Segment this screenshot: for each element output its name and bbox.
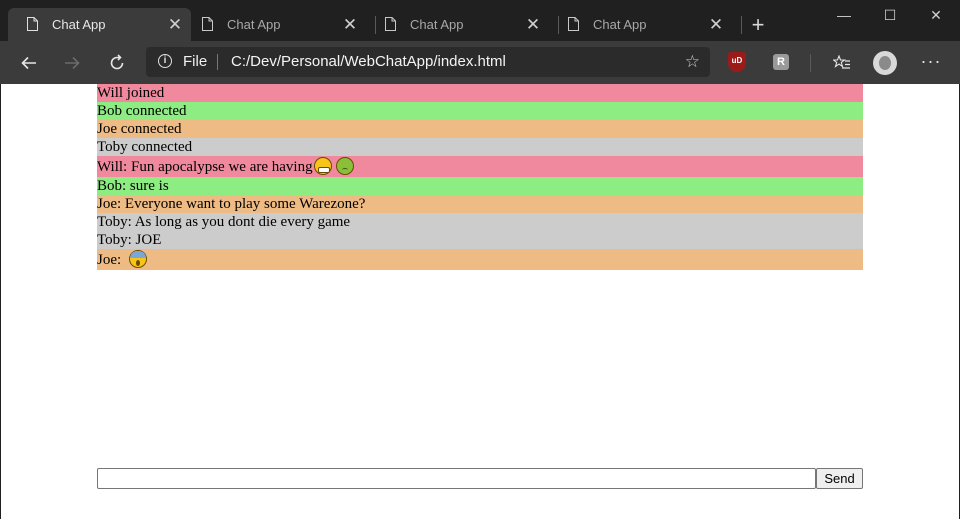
- page-icon: [568, 17, 579, 31]
- chat-message: Will joined: [97, 84, 863, 102]
- message-form: Send: [97, 468, 863, 489]
- screaming-face-icon: [128, 250, 147, 268]
- info-icon[interactable]: i: [158, 54, 172, 68]
- chat-message: Joe:: [97, 249, 863, 270]
- toolbar-divider: [810, 54, 811, 72]
- tab-title: Chat App: [227, 17, 281, 32]
- more-icon[interactable]: ···: [917, 48, 945, 78]
- browser-toolbar: i File C:/Dev/Personal/WebChatApp/index.…: [0, 41, 960, 84]
- chat-message: Joe: Everyone want to play some Warezone…: [97, 195, 863, 213]
- page-icon: [385, 17, 396, 31]
- back-arrow-icon[interactable]: [14, 48, 44, 78]
- minimize-button[interactable]: —: [824, 5, 864, 25]
- ublock-origin-icon[interactable]: uD: [728, 52, 746, 72]
- r-extension-icon[interactable]: R: [773, 54, 789, 70]
- favorites-icon[interactable]: [830, 48, 854, 78]
- url-text[interactable]: C:/Dev/Personal/WebChatApp/index.html: [231, 47, 506, 77]
- maximize-button[interactable]: ☐: [870, 5, 910, 25]
- profile-avatar[interactable]: [873, 51, 897, 75]
- message-text: Will: Fun apocalypse we are having: [97, 159, 313, 175]
- message-text: Toby: JOE: [97, 232, 162, 248]
- tab-chat-app-3[interactable]: Chat App ✕: [366, 8, 549, 41]
- tab-title: Chat App: [593, 17, 647, 32]
- tab-title: Chat App: [52, 17, 106, 32]
- message-text: Toby connected: [97, 139, 193, 155]
- chat-message: Toby: As long as you dont die every game: [97, 213, 863, 231]
- tab-divider: [741, 16, 742, 34]
- message-text: Will joined: [97, 85, 165, 101]
- message-text: Bob connected: [97, 103, 187, 119]
- close-window-button[interactable]: ✕: [916, 5, 956, 25]
- message-text: Joe connected: [97, 121, 182, 137]
- page-icon: [27, 17, 38, 31]
- chat-message: Joe connected: [97, 120, 863, 138]
- message-input[interactable]: [97, 468, 816, 489]
- close-tab-icon[interactable]: ✕: [342, 8, 358, 41]
- grimacing-face-icon: [313, 157, 332, 175]
- address-divider: [217, 54, 218, 70]
- web-page: Will joined Bob connected Joe connected Tob…: [1, 84, 959, 519]
- chat-message: Will: Fun apocalypse we are having: [97, 156, 863, 177]
- star-icon[interactable]: ☆: [685, 47, 700, 77]
- address-bar[interactable]: i File C:/Dev/Personal/WebChatApp/index.…: [146, 47, 710, 77]
- tab-chat-app-4[interactable]: Chat App ✕: [549, 8, 732, 41]
- scheme-label: File: [183, 53, 208, 70]
- message-text: Joe: Everyone want to play some Warezone…: [97, 196, 366, 212]
- close-tab-icon[interactable]: ✕: [167, 8, 183, 41]
- refresh-icon[interactable]: [102, 48, 132, 78]
- tab-title: Chat App: [410, 17, 464, 32]
- tab-chat-app-1[interactable]: Chat App ✕: [8, 8, 191, 41]
- message-list: Will joined Bob connected Joe connected Tob…: [97, 84, 863, 270]
- send-button[interactable]: Send: [816, 468, 863, 489]
- tab-chat-app-2[interactable]: Chat App ✕: [183, 8, 366, 41]
- close-tab-icon[interactable]: ✕: [525, 8, 541, 41]
- forward-arrow-icon[interactable]: [57, 48, 87, 78]
- message-text: Bob: sure is: [97, 178, 169, 194]
- tab-strip: Chat App ✕ Chat App ✕ Chat App ✕ Chat Ap…: [0, 0, 960, 46]
- chat-message: Toby connected: [97, 138, 863, 156]
- nauseated-face-icon: [335, 157, 354, 175]
- close-tab-icon[interactable]: ✕: [708, 8, 724, 41]
- message-text: Toby: As long as you dont die every game: [97, 214, 351, 230]
- new-tab-button[interactable]: +: [748, 8, 768, 41]
- message-text: Joe:: [97, 252, 125, 268]
- chat-message: Bob connected: [97, 102, 863, 120]
- page-icon: [202, 17, 213, 31]
- chat-message: Bob: sure is: [97, 177, 863, 195]
- chat-message: Toby: JOE: [97, 231, 863, 249]
